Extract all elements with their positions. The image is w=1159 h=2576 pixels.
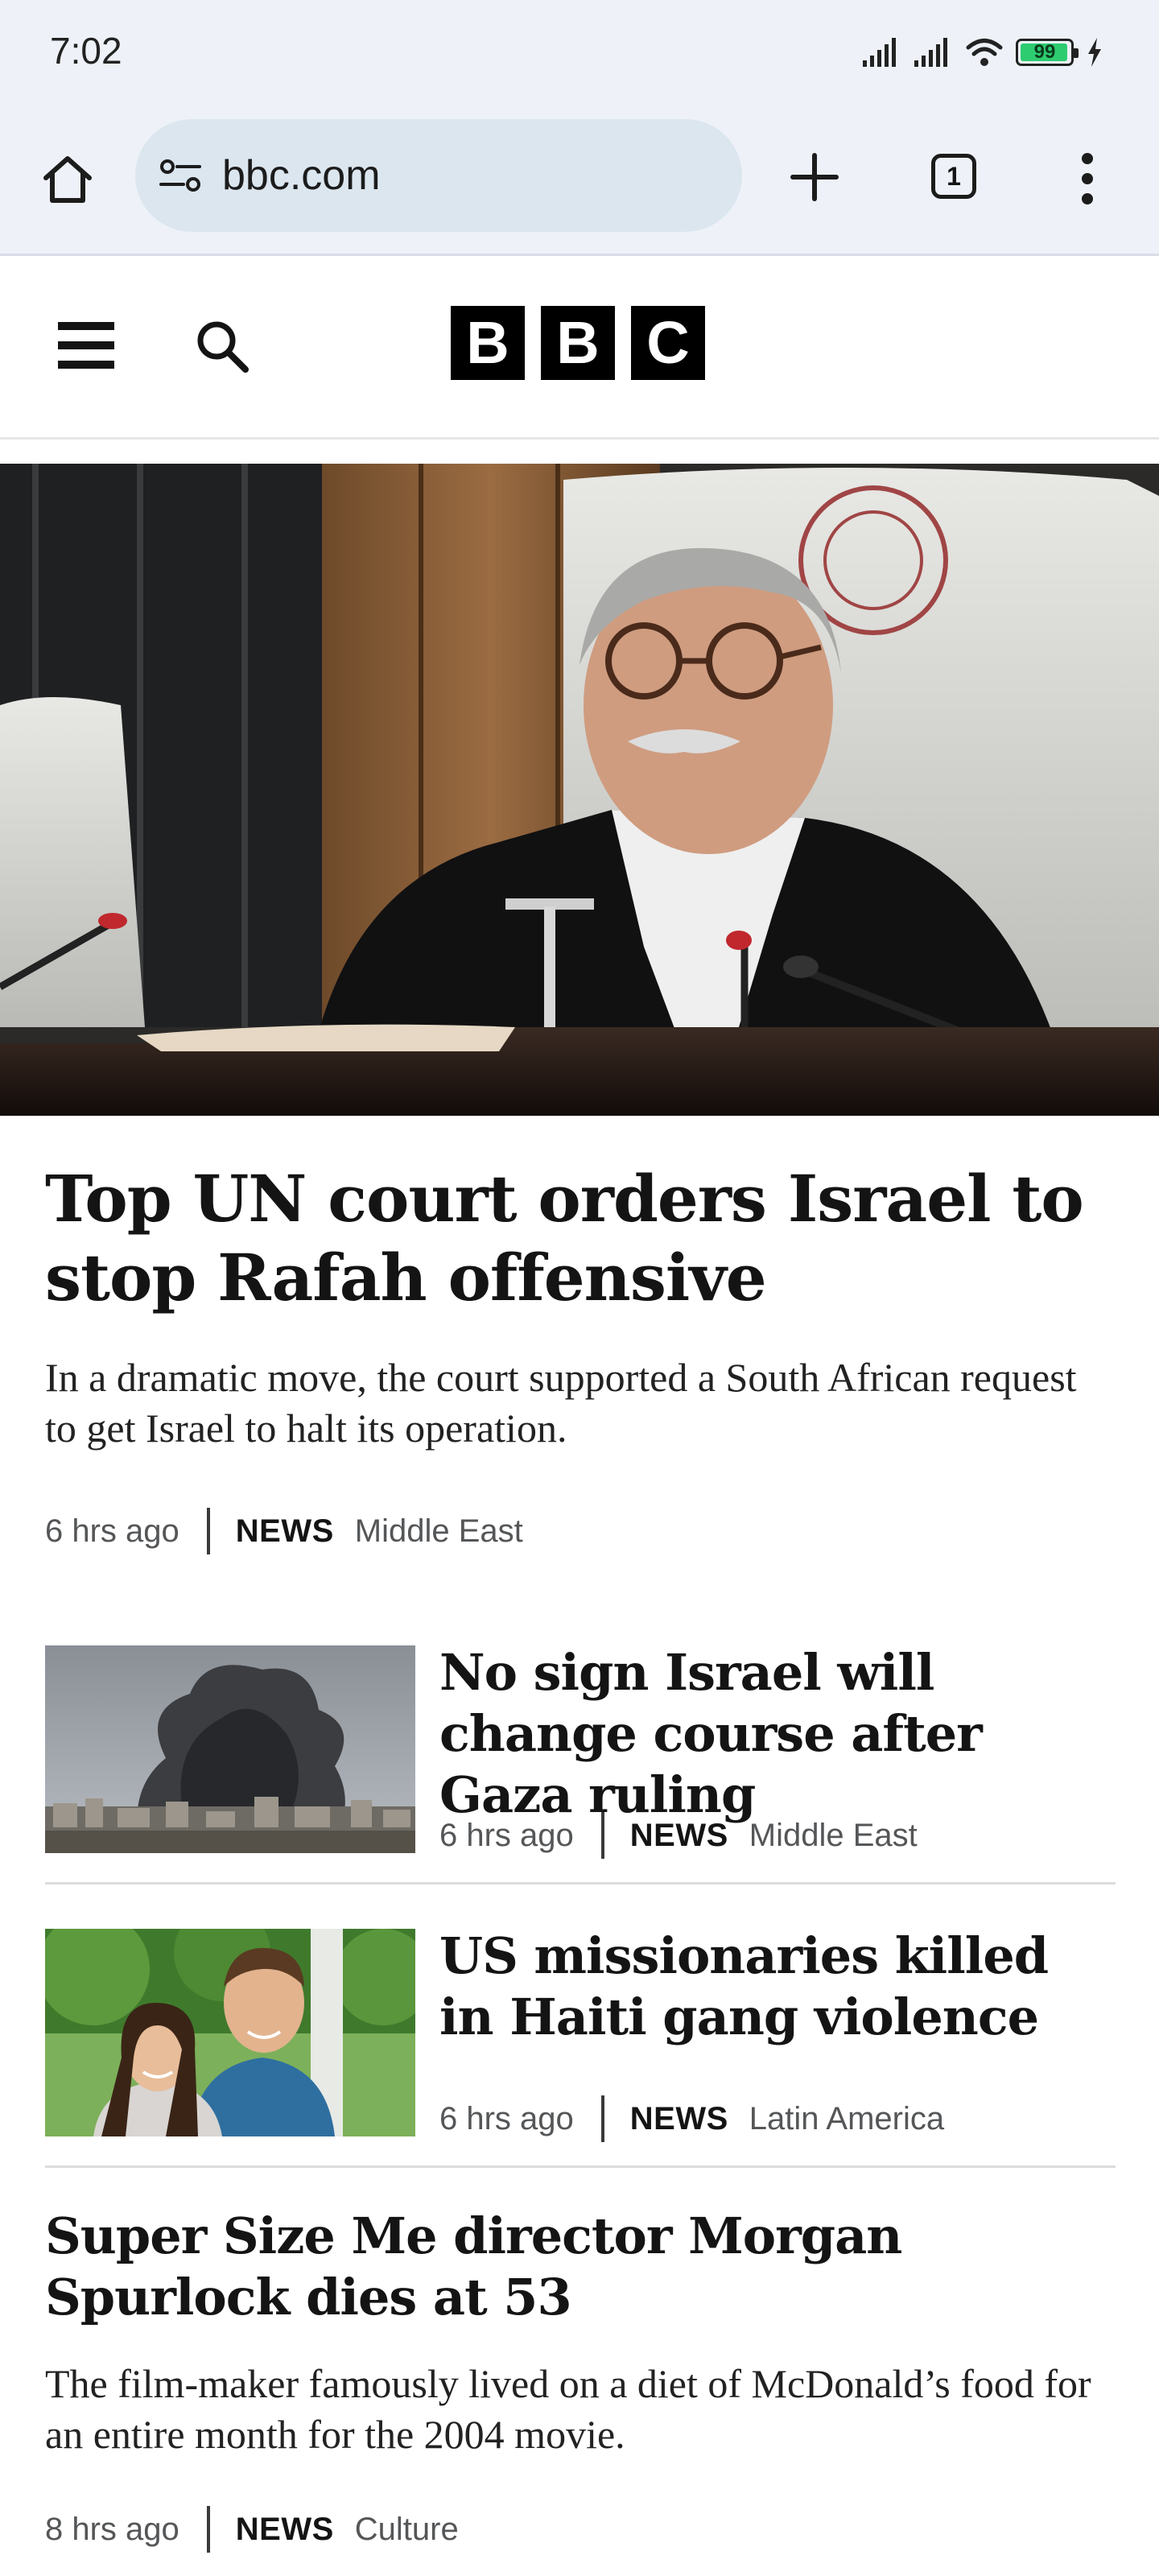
battery-tip <box>1074 48 1079 58</box>
site-header: B B C <box>0 256 1159 440</box>
divider <box>45 2165 1116 2168</box>
more-menu-button[interactable] <box>1059 147 1116 211</box>
lead-story-title[interactable]: Top UN court orders Israel to stop Rafah… <box>45 1159 1107 1317</box>
meta-separator <box>600 2095 604 2142</box>
logo-letter: B <box>451 306 525 380</box>
tab-count: 1 <box>947 161 961 191</box>
bbc-logo[interactable]: B B C <box>451 306 705 380</box>
wifi-icon <box>966 39 1003 66</box>
story-label[interactable]: NEWS <box>630 2101 728 2137</box>
site-info-icon[interactable] <box>156 151 204 200</box>
battery-icon: 99 <box>1016 39 1079 66</box>
logo-letter: C <box>631 306 705 380</box>
story-title[interactable]: No sign Israel will change course after … <box>439 1642 1116 1826</box>
story-thumbnail[interactable] <box>45 1645 415 1853</box>
meta-separator <box>600 1812 604 1859</box>
lead-story-meta: 6 hrs ago NEWS Middle East <box>45 1507 523 1555</box>
status-time: 7:02 <box>50 30 122 72</box>
story-time: 6 hrs ago <box>439 2100 574 2136</box>
search-icon <box>197 321 249 373</box>
tab-switcher-button[interactable]: 1 <box>926 148 982 204</box>
story-time: 6 hrs ago <box>439 1817 574 1853</box>
signal-icon <box>914 38 947 67</box>
more-menu-icon <box>1082 153 1093 204</box>
home-icon <box>43 156 92 203</box>
status-icons: 99 <box>863 32 1103 72</box>
story-time: 8 hrs ago <box>45 2511 179 2547</box>
story-summary: The film-maker famously lived on a diet … <box>45 2361 1091 2457</box>
tabs-icon: 1 <box>931 154 976 199</box>
story-section[interactable]: Latin America <box>749 2101 944 2137</box>
story-section[interactable]: Middle East <box>749 1818 918 1854</box>
story-section[interactable]: Culture <box>355 2512 459 2548</box>
meta-separator <box>206 1508 210 1554</box>
browser-toolbar: bbc.com 1 <box>0 105 1159 256</box>
meta-separator <box>206 2506 210 2553</box>
story-title[interactable]: Super Size Me director Morgan Spurlock d… <box>45 2206 1116 2328</box>
story-thumbnail[interactable] <box>45 1929 415 2136</box>
lead-story-summary: In a dramatic move, the court supported … <box>45 1355 1077 1451</box>
story-meta: 6 hrs ago NEWS Latin America <box>439 2095 944 2143</box>
story-meta: 8 hrs ago NEWS Culture <box>45 2505 459 2553</box>
signal-icon <box>863 38 896 67</box>
plus-icon <box>790 153 839 201</box>
story-label[interactable]: NEWS <box>236 2512 334 2548</box>
url-text[interactable]: bbc.com <box>222 151 381 200</box>
logo-letter: B <box>541 306 615 380</box>
new-tab-button[interactable] <box>782 145 847 209</box>
story-meta: 6 hrs ago NEWS Middle East <box>439 1811 918 1860</box>
address-bar[interactable]: bbc.com <box>135 119 742 232</box>
battery-level: 99 <box>1033 41 1056 63</box>
story-title[interactable]: US missionaries killed in Haiti gang vio… <box>439 1926 1116 2048</box>
story-label[interactable]: NEWS <box>630 1818 728 1854</box>
story-section[interactable]: Middle East <box>355 1513 523 1550</box>
status-bar: 7:02 99 <box>0 0 1159 105</box>
home-button[interactable] <box>37 149 98 210</box>
divider <box>45 1882 1116 1885</box>
story-label[interactable]: NEWS <box>236 1513 334 1550</box>
lead-story-image[interactable] <box>0 464 1159 1116</box>
search-button[interactable] <box>190 314 254 378</box>
hamburger-menu-icon[interactable] <box>58 312 124 378</box>
charging-icon <box>1088 38 1101 67</box>
story-time: 6 hrs ago <box>45 1513 179 1549</box>
